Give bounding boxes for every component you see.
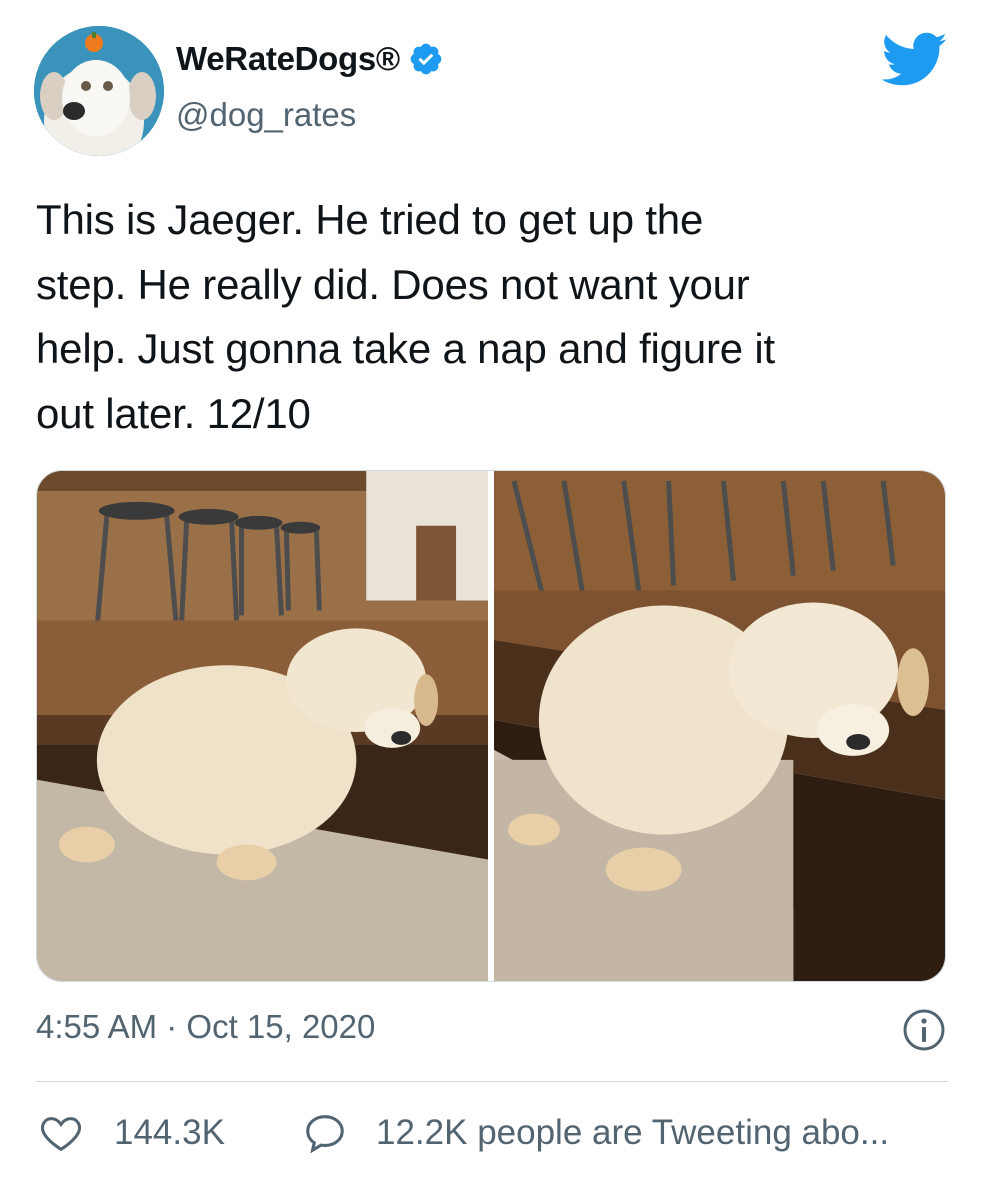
- verified-badge-icon: [410, 43, 442, 75]
- tweet-photo-2[interactable]: [494, 471, 945, 981]
- user-avatar[interactable]: [34, 26, 164, 156]
- puppy-photo-2: [494, 471, 945, 981]
- display-name[interactable]: WeRateDogs®: [176, 40, 400, 78]
- info-icon[interactable]: [902, 1008, 946, 1052]
- name-row: WeRateDogs®: [176, 40, 444, 78]
- tweet-photo-1[interactable]: [37, 471, 488, 981]
- user-handle[interactable]: @dog_rates: [176, 96, 356, 134]
- like-button[interactable]: 144.3K: [38, 1110, 225, 1156]
- tweet-timestamp[interactable]: 4:55 AM · Oct 15, 2020: [36, 1008, 375, 1046]
- heart-icon: [40, 1117, 82, 1152]
- speech-bubble-icon: [306, 1115, 344, 1154]
- tweet-media: [36, 470, 946, 982]
- twitter-bird-icon[interactable]: [882, 32, 948, 88]
- puppy-photo-1: [37, 471, 488, 981]
- divider: [36, 1081, 948, 1082]
- tweeting-about-button[interactable]: 12.2K people are Tweeting abo...: [302, 1110, 889, 1156]
- like-count: 144.3K: [114, 1113, 225, 1152]
- dog-avatar-icon: [34, 26, 164, 156]
- tweet-card: WeRateDogs® @dog_rates This is Jaeger. H…: [0, 0, 987, 1187]
- tweeting-about-text: 12.2K people are Tweeting abo...: [376, 1113, 890, 1152]
- tweet-text: This is Jaeger. He tried to get up the s…: [36, 196, 776, 437]
